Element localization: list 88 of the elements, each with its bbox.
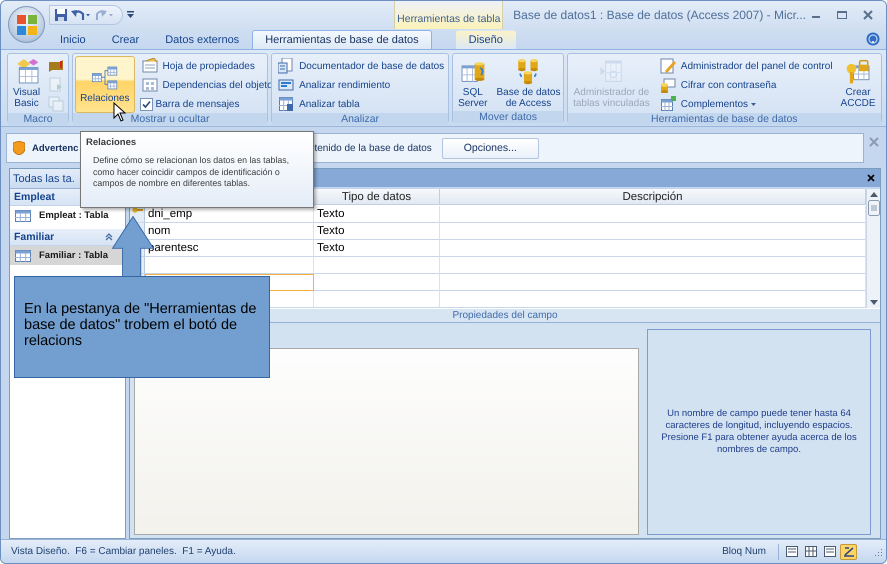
ribbon-button[interactable]: Visual Basic bbox=[10, 56, 44, 113]
status-text: Vista Diseño. F6 = Cambiar paneles. F1 = Ayuda. bbox=[11, 546, 237, 557]
ribbon-button[interactable]: SQL Server bbox=[455, 56, 491, 111]
column-header: Tipo de datos bbox=[314, 189, 440, 205]
description-cell[interactable] bbox=[440, 257, 866, 274]
ribbon-tab[interactable]: Crear bbox=[98, 30, 152, 49]
undo-icon[interactable] bbox=[71, 8, 91, 22]
warning-label: Advertenc bbox=[32, 142, 78, 154]
ribbon-button[interactable]: Documentador de base de datos bbox=[274, 57, 446, 75]
table-icon bbox=[278, 96, 294, 112]
office-logo-icon bbox=[16, 14, 38, 36]
group-title: Empleat bbox=[14, 191, 55, 203]
description-cell[interactable] bbox=[440, 223, 866, 240]
navigation-item[interactable]: Familiar : Tabla bbox=[10, 246, 125, 265]
view-button[interactable] bbox=[783, 544, 800, 560]
customize-icon[interactable] bbox=[127, 11, 134, 19]
description-cell[interactable] bbox=[440, 274, 866, 291]
view-icon bbox=[786, 546, 798, 557]
ribbon-tab[interactable]: Inicio bbox=[47, 30, 99, 49]
data-type-cell[interactable]: Texto bbox=[314, 223, 440, 240]
redo-icon bbox=[94, 8, 114, 22]
help-text: Un nombre de campo puede tener hasta 64 caracteres de longitud, incluyendo espacios. Presione F1 para obtener ayuda acerca de los nombres de campo. bbox=[647, 329, 871, 535]
linked-table-icon bbox=[598, 59, 624, 85]
ribbon-button[interactable]: Cifrar con contraseña bbox=[656, 76, 835, 94]
num-lock-indicator: Bloq Num bbox=[722, 546, 766, 557]
data-type-cell[interactable] bbox=[314, 257, 440, 274]
group-label: Mover datos bbox=[453, 111, 564, 123]
data-type-cell[interactable]: Texto bbox=[314, 240, 440, 257]
window-title: Base de datos1 : Base de datos (Access 2007) - Micr... bbox=[512, 7, 806, 24]
caret-icon bbox=[751, 102, 756, 106]
property-sheet-icon bbox=[142, 58, 158, 74]
scroll-down-icon[interactable] bbox=[870, 300, 878, 305]
ribbon-tab[interactable]: Datos externos bbox=[152, 30, 252, 49]
table-icon bbox=[15, 250, 31, 262]
ribbon-tab[interactable]: Herramientas de base de datos bbox=[252, 30, 432, 49]
collapse-icon[interactable] bbox=[105, 233, 113, 241]
addin-icon bbox=[660, 96, 676, 112]
documents-icon bbox=[278, 58, 294, 74]
relationship-icon bbox=[92, 65, 118, 91]
help-icon[interactable] bbox=[866, 32, 880, 46]
ribbon-tab[interactable]: Diseño bbox=[456, 30, 516, 49]
group-label: Macro bbox=[8, 113, 68, 125]
view-button[interactable] bbox=[821, 544, 838, 560]
annotation-tooltip: En la pestanya de "Herramientas de base de datos" trobem el botó de relacions bbox=[14, 276, 270, 378]
group-label: Mostrar u ocultar bbox=[73, 113, 268, 125]
grid-icon bbox=[142, 77, 158, 93]
group-label: Herramientas de base de datos bbox=[568, 113, 881, 125]
edit-icon bbox=[660, 58, 676, 74]
view-button[interactable] bbox=[840, 544, 857, 560]
ribbon-button[interactable]: Administrador del panel de control bbox=[656, 57, 835, 75]
contextual-tab-group: Herramientas de tabla bbox=[394, 1, 504, 29]
data-type-cell[interactable]: Texto bbox=[314, 206, 440, 223]
ribbon-button[interactable]: Crear ACCDE bbox=[838, 56, 879, 113]
view-icon bbox=[824, 546, 836, 557]
chart-icon bbox=[278, 77, 294, 93]
group-label: Analizar bbox=[272, 113, 448, 125]
scroll-up-icon[interactable] bbox=[870, 192, 878, 197]
shield-icon bbox=[13, 141, 25, 155]
save-icon[interactable] bbox=[54, 8, 68, 22]
group-title: Familiar bbox=[14, 231, 54, 243]
description-cell[interactable] bbox=[440, 206, 866, 223]
options-button[interactable]: Opciones... bbox=[442, 138, 539, 158]
ribbon-button[interactable]: Analizar rendimiento bbox=[274, 76, 446, 94]
message-text: tenido de la base de datos bbox=[314, 142, 432, 154]
data-type-cell[interactable] bbox=[314, 274, 440, 291]
table-icon bbox=[15, 210, 31, 222]
view-button[interactable] bbox=[802, 544, 819, 560]
column-header: Descripción bbox=[440, 189, 866, 205]
key-icon bbox=[132, 207, 142, 213]
navigation-group[interactable]: Familiar bbox=[10, 229, 125, 246]
key-lock-icon bbox=[845, 59, 872, 85]
tooltip-title: Relaciones bbox=[86, 137, 138, 148]
view-icon bbox=[804, 546, 816, 557]
view-icon bbox=[842, 546, 854, 557]
scroll-thumb[interactable] bbox=[868, 200, 880, 216]
field-name-cell[interactable] bbox=[145, 257, 314, 274]
database-icon bbox=[660, 77, 676, 93]
ribbon-button[interactable]: Hoja de propiedades bbox=[138, 57, 275, 75]
mouse-pointer-icon bbox=[113, 102, 127, 122]
ribbon-button[interactable]: Complementos bbox=[656, 95, 835, 113]
ribbon-button[interactable]: Relaciones bbox=[75, 56, 135, 113]
scrollbar[interactable] bbox=[866, 189, 880, 308]
close-icon[interactable] bbox=[867, 174, 875, 182]
ribbon-button[interactable]: Base de datos de Access bbox=[494, 56, 564, 111]
message-bar-checkbox[interactable]: Barra de mensajes bbox=[138, 95, 275, 113]
description-cell[interactable] bbox=[440, 240, 866, 257]
resize-grip-icon[interactable] bbox=[873, 546, 883, 556]
ribbon-button[interactable]: Analizar tabla bbox=[274, 95, 446, 113]
